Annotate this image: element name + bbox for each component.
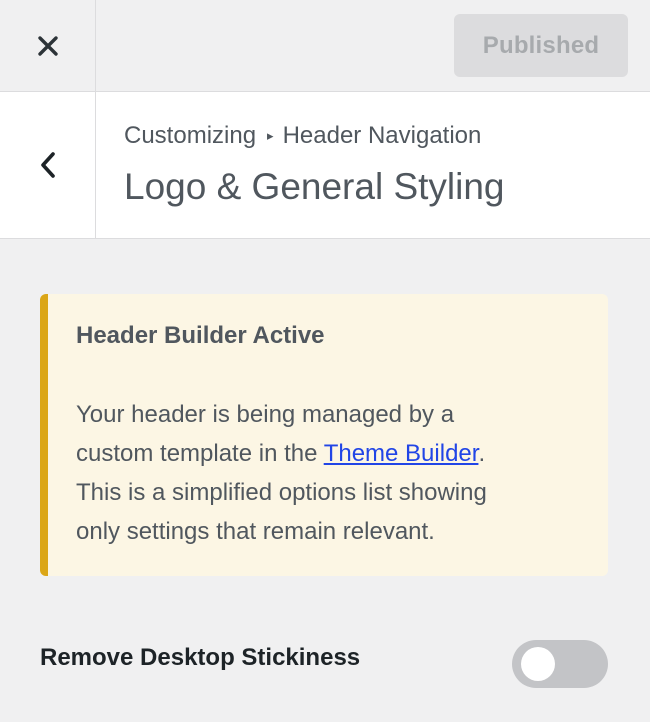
breadcrumb-root: Customizing [124, 122, 257, 149]
customizer-topbar: Published [0, 0, 650, 92]
remove-desktop-stickiness-label: Remove Desktop Stickiness [40, 644, 361, 671]
breadcrumb: Customizing ▸ Header Navigation [124, 122, 481, 150]
notice-title: Header Builder Active [76, 322, 325, 349]
section-header: Customizing ▸ Header Navigation Logo & Gen… [0, 92, 650, 239]
notice-line-1: Your header is being managed by a [76, 401, 455, 428]
notice-body: Your header is being managed by a custom… [76, 395, 576, 551]
notice-line-4: only settings that remain relevant. [76, 518, 435, 545]
page-title: Logo & General Styling [124, 166, 505, 207]
remove-desktop-stickiness-toggle[interactable] [512, 640, 608, 688]
notice-accent-bar [40, 294, 48, 576]
notice-line-2: custom template in the Theme Builder. [76, 434, 576, 473]
breadcrumb-section: Header Navigation [282, 122, 482, 149]
publish-button[interactable]: Published [454, 14, 628, 77]
notice-line-3: This is a simplified options list showin… [76, 479, 487, 506]
back-button[interactable] [0, 92, 96, 238]
notice-line-2-suffix: . [478, 440, 486, 467]
toggle-knob [521, 647, 555, 681]
breadcrumb-separator: ▸ [267, 128, 274, 143]
close-button[interactable] [0, 0, 96, 91]
notice-line-2-prefix: custom template in the [76, 440, 324, 467]
header-builder-notice: Header Builder Active Your header is bei… [40, 294, 608, 576]
theme-builder-link[interactable]: Theme Builder [324, 440, 479, 467]
chevron-left-icon [40, 152, 55, 178]
close-icon [37, 35, 58, 56]
